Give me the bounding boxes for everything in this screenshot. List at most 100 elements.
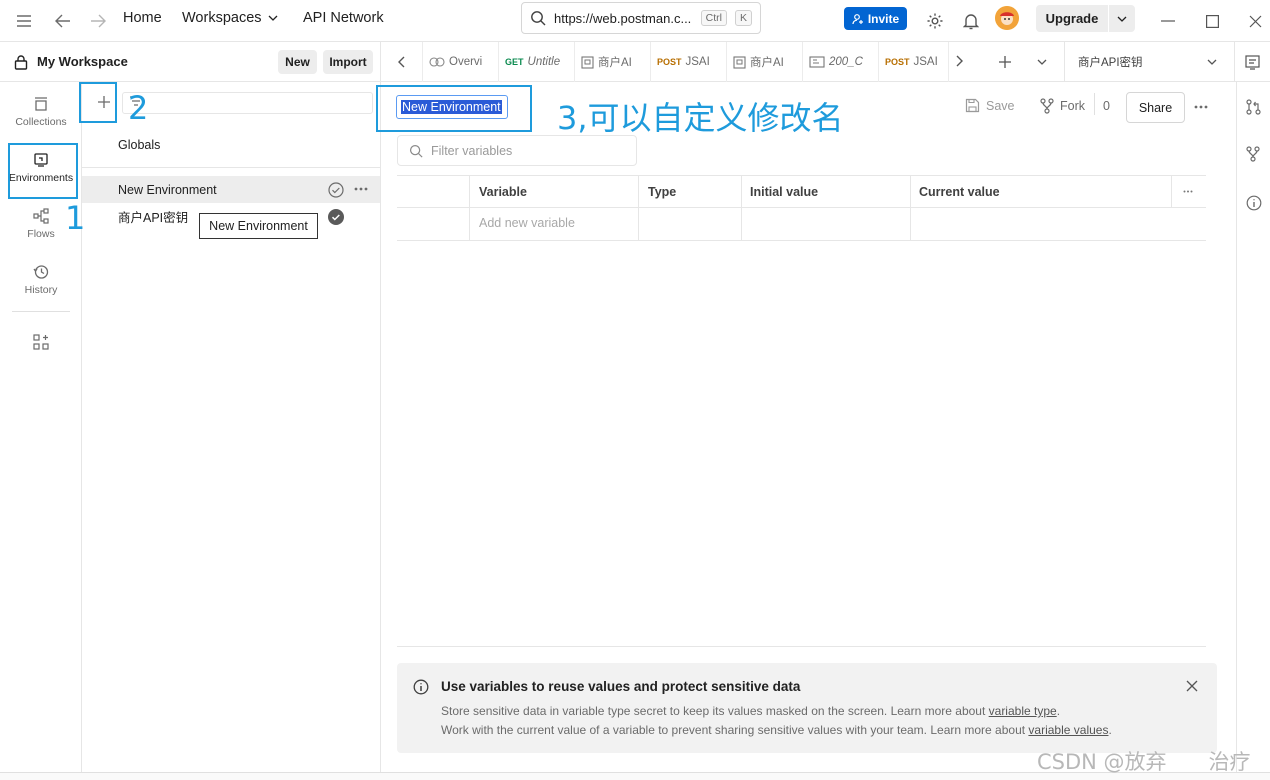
settings-gear-icon[interactable] xyxy=(922,8,948,34)
workspace-header: My Workspace New Import xyxy=(0,42,381,82)
search-icon xyxy=(531,11,546,26)
fork-icon[interactable] xyxy=(1246,146,1260,162)
info-banner: Use variables to reuse values and protec… xyxy=(397,663,1217,753)
tab[interactable]: POST JSAI xyxy=(879,42,949,82)
scroll-tabs-right-icon[interactable] xyxy=(956,55,963,67)
column-header-type: Type xyxy=(648,185,677,199)
more-options-icon[interactable] xyxy=(1194,105,1208,109)
banner-text: . xyxy=(1056,704,1061,718)
nav-workspaces[interactable]: Workspaces xyxy=(182,10,278,26)
save-label: Save xyxy=(986,98,1015,113)
info-icon[interactable] xyxy=(1246,195,1262,211)
info-icon xyxy=(413,679,429,695)
tab[interactable]: GET Untitle xyxy=(499,42,575,82)
tab[interactable]: Overvi xyxy=(423,42,499,82)
sidebar-item-history[interactable]: History xyxy=(5,254,77,306)
sidebar-item-label: Collections xyxy=(15,116,67,128)
divider xyxy=(397,646,1206,647)
fork-button[interactable]: Fork xyxy=(1040,98,1085,114)
fork-count: 0 xyxy=(1103,99,1110,113)
fork-icon xyxy=(1040,98,1054,114)
active-check-icon[interactable] xyxy=(328,209,344,225)
invite-button[interactable]: Invite xyxy=(844,7,907,30)
scroll-tabs-left-icon[interactable] xyxy=(381,42,423,82)
example-icon xyxy=(809,56,825,68)
minimize-icon[interactable] xyxy=(1155,8,1181,34)
upgrade-button[interactable]: Upgrade xyxy=(1036,5,1108,32)
environment-quick-look-icon[interactable] xyxy=(1234,42,1270,82)
notification-bell-icon[interactable] xyxy=(958,8,984,34)
share-button[interactable]: Share xyxy=(1126,92,1185,123)
save-button[interactable]: Save xyxy=(965,98,1015,113)
nav-api-network[interactable]: API Network xyxy=(303,10,384,26)
new-tab-plus-icon[interactable] xyxy=(998,55,1012,69)
new-button[interactable]: New xyxy=(278,50,317,74)
collections-icon xyxy=(35,97,47,111)
import-button[interactable]: Import xyxy=(323,50,373,74)
title-bar: Home Workspaces API Network https://web.… xyxy=(0,0,1270,42)
annotation-step-1: 1 xyxy=(65,199,86,237)
sidebar-item-collections[interactable]: Collections xyxy=(5,86,77,138)
set-active-check-icon[interactable] xyxy=(328,182,344,198)
add-new-variable-input[interactable]: Add new variable xyxy=(479,216,575,230)
filter-variables-input[interactable]: Filter variables xyxy=(397,135,637,166)
tabs-dropdown-chevron-icon[interactable] xyxy=(1037,59,1047,65)
tab[interactable]: 商户AI xyxy=(727,42,803,82)
env-item-label: New Environment xyxy=(118,182,217,197)
pull-request-icon[interactable] xyxy=(1246,99,1261,115)
table-options-icon[interactable] xyxy=(1183,190,1193,193)
more-options-icon[interactable] xyxy=(354,187,368,191)
banner-line-2: Work with the current value of a variabl… xyxy=(441,723,1112,737)
upgrade-dropdown[interactable] xyxy=(1109,5,1135,32)
column-header-variable: Variable xyxy=(479,185,527,199)
table-border xyxy=(397,175,1206,176)
close-icon[interactable] xyxy=(1186,680,1198,692)
divider xyxy=(1094,93,1095,115)
filter-environments-input[interactable] xyxy=(122,92,373,114)
url-text: https://web.postman.c... xyxy=(554,10,692,26)
sidebar-item-label: History xyxy=(24,284,58,296)
menu-icon[interactable] xyxy=(11,8,37,34)
back-arrow-icon[interactable] xyxy=(50,8,76,34)
document-icon xyxy=(581,55,594,69)
workspace-name[interactable]: My Workspace xyxy=(37,54,128,69)
environment-selector-label: 商户API密钥 xyxy=(1078,57,1143,69)
method-badge: POST xyxy=(885,57,910,67)
forward-arrow-icon[interactable] xyxy=(85,8,111,34)
configure-sidebar-icon[interactable] xyxy=(33,334,49,350)
tab-label: 商户AI xyxy=(750,57,784,69)
kbd-ctrl: Ctrl xyxy=(700,10,727,26)
column-header-current-value: Current value xyxy=(919,185,1000,199)
banner-title: Use variables to reuse values and protec… xyxy=(441,679,801,694)
globals-item[interactable]: Globals xyxy=(82,131,380,158)
avatar[interactable] xyxy=(995,6,1019,30)
history-icon xyxy=(33,265,49,279)
tab[interactable]: 200_C xyxy=(803,42,879,82)
annotation-step-2: 2 xyxy=(128,89,149,127)
variable-values-link[interactable]: variable values xyxy=(1028,723,1108,737)
document-icon xyxy=(733,55,746,69)
nav-home[interactable]: Home xyxy=(123,10,162,26)
method-badge: POST xyxy=(657,57,682,67)
table-border xyxy=(397,207,1206,208)
kbd-k: K xyxy=(734,10,752,26)
environment-selector[interactable]: 商户API密钥 xyxy=(1064,42,1234,82)
tab[interactable]: 商户AI xyxy=(575,42,651,82)
variable-type-link[interactable]: variable type xyxy=(989,704,1057,718)
tab-label: Overvi xyxy=(449,56,483,68)
tab[interactable]: POST JSAI xyxy=(651,42,727,82)
rail-divider xyxy=(12,311,70,312)
env-list-item[interactable]: New Environment xyxy=(82,176,380,203)
close-window-icon[interactable] xyxy=(1242,8,1268,34)
chevron-down-icon xyxy=(1207,59,1217,65)
search-url-bar[interactable]: https://web.postman.c... Ctrl K xyxy=(521,2,761,34)
env-item-label: 商户API密钥 xyxy=(118,211,189,225)
method-badge: GET xyxy=(505,57,524,67)
column-header-initial-value: Initial value xyxy=(750,185,819,199)
annotation-highlight-environments xyxy=(8,143,78,199)
maximize-icon[interactable] xyxy=(1199,8,1225,34)
tab-label: JSAI xyxy=(685,56,710,68)
invite-label: Invite xyxy=(867,11,900,26)
chevron-down-icon xyxy=(268,15,277,21)
column-divider xyxy=(638,175,639,240)
